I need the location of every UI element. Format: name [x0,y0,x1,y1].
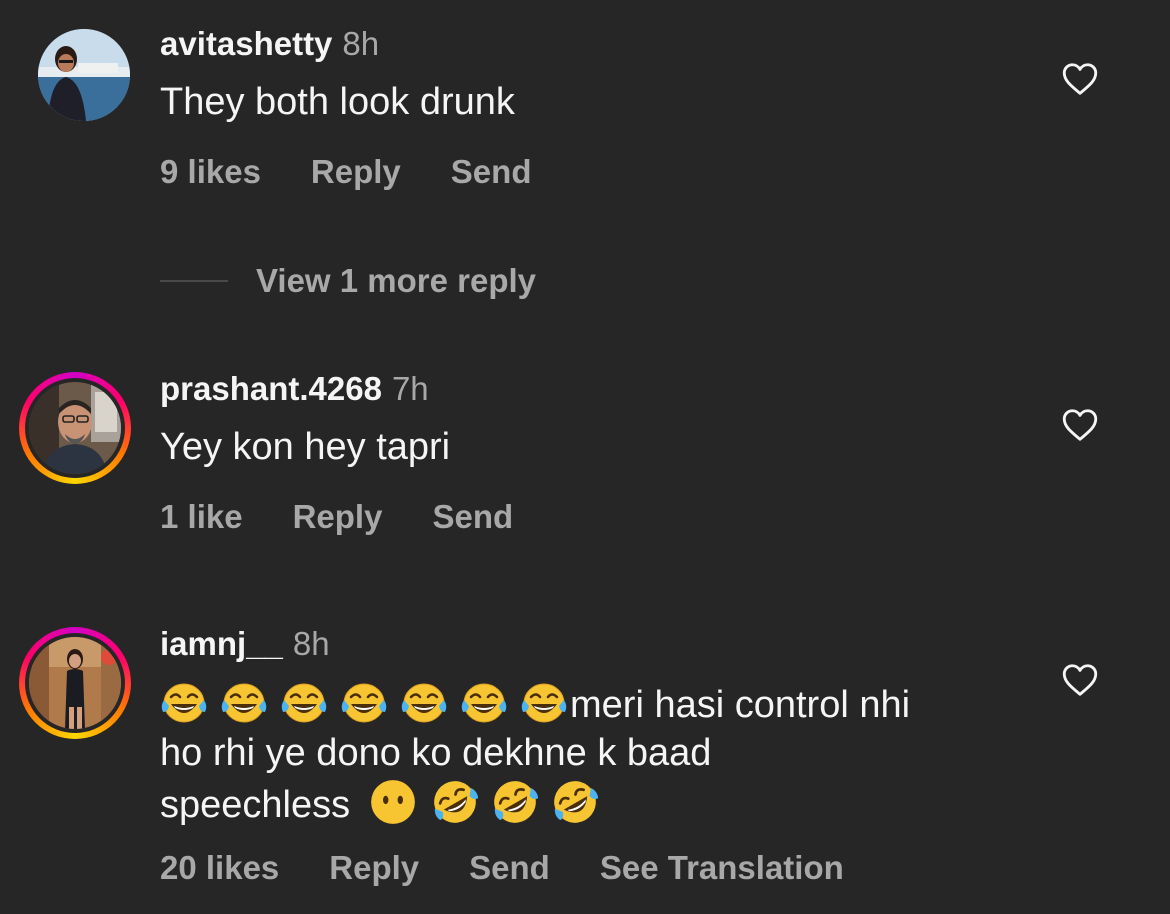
likes-count[interactable]: 1 like [160,498,243,535]
tears-of-joy-emoji [160,678,208,726]
send-button[interactable]: Send [432,498,513,535]
username[interactable]: iamnj__ [160,625,283,662]
comment-text-line3: speechless [160,784,351,826]
send-button[interactable]: Send [469,849,550,886]
rolling-on-floor-laughing-emoji [490,777,540,827]
heart-outline-icon[interactable] [1062,408,1098,442]
comment-actions: 1 like Reply Send [160,497,563,537]
send-button[interactable]: Send [451,153,532,190]
reply-button[interactable]: Reply [329,849,419,886]
heart-outline-icon[interactable] [1062,62,1098,96]
divider-line [160,280,228,282]
likes-count[interactable]: 9 likes [160,153,261,190]
see-translation-button[interactable]: See Translation [600,849,844,886]
tears-of-joy-emoji [340,678,388,726]
heart-outline-icon[interactable] [1062,663,1098,697]
comment-header: prashant.4268 7h [160,369,429,409]
tears-of-joy-emoji [520,678,568,726]
tears-of-joy-emoji [460,678,508,726]
comment-text: meri hasi control nhi ho rhi ye dono ko … [160,678,1020,829]
avatar[interactable] [19,372,131,484]
timestamp: 8h [342,25,380,62]
comment-text-line2: ho rhi ye dono ko dekhne k baad [160,732,712,774]
username[interactable]: prashant.4268 [160,370,382,407]
rolling-on-floor-laughing-emoji [550,777,600,827]
comment-actions: 20 likes Reply Send See Translation [160,848,894,888]
reply-button[interactable]: Reply [311,153,401,190]
avatar[interactable] [38,29,130,121]
comment-header: iamnj__ 8h [160,624,330,664]
comment-text: Yey kon hey tapri [160,426,451,468]
reply-button[interactable]: Reply [293,498,383,535]
view-replies-label: View 1 more reply [256,262,537,299]
comment-text: They both look drunk [160,81,515,123]
view-replies-button[interactable]: View 1 more reply [160,262,536,302]
tears-of-joy-emoji [400,678,448,726]
face-without-mouth-emoji [368,777,418,827]
avatar[interactable] [19,627,131,739]
comment-text-line1: meri hasi control nhi [570,684,911,726]
timestamp: 7h [391,370,429,407]
comment-header: avitashetty 8h [160,24,379,64]
timestamp: 8h [292,625,330,662]
likes-count[interactable]: 20 likes [160,849,279,886]
rolling-on-floor-laughing-emoji [430,777,480,827]
comment-actions: 9 likes Reply Send [160,152,581,192]
tears-of-joy-emoji [280,678,328,726]
username[interactable]: avitashetty [160,25,332,62]
tears-of-joy-emoji [220,678,268,726]
